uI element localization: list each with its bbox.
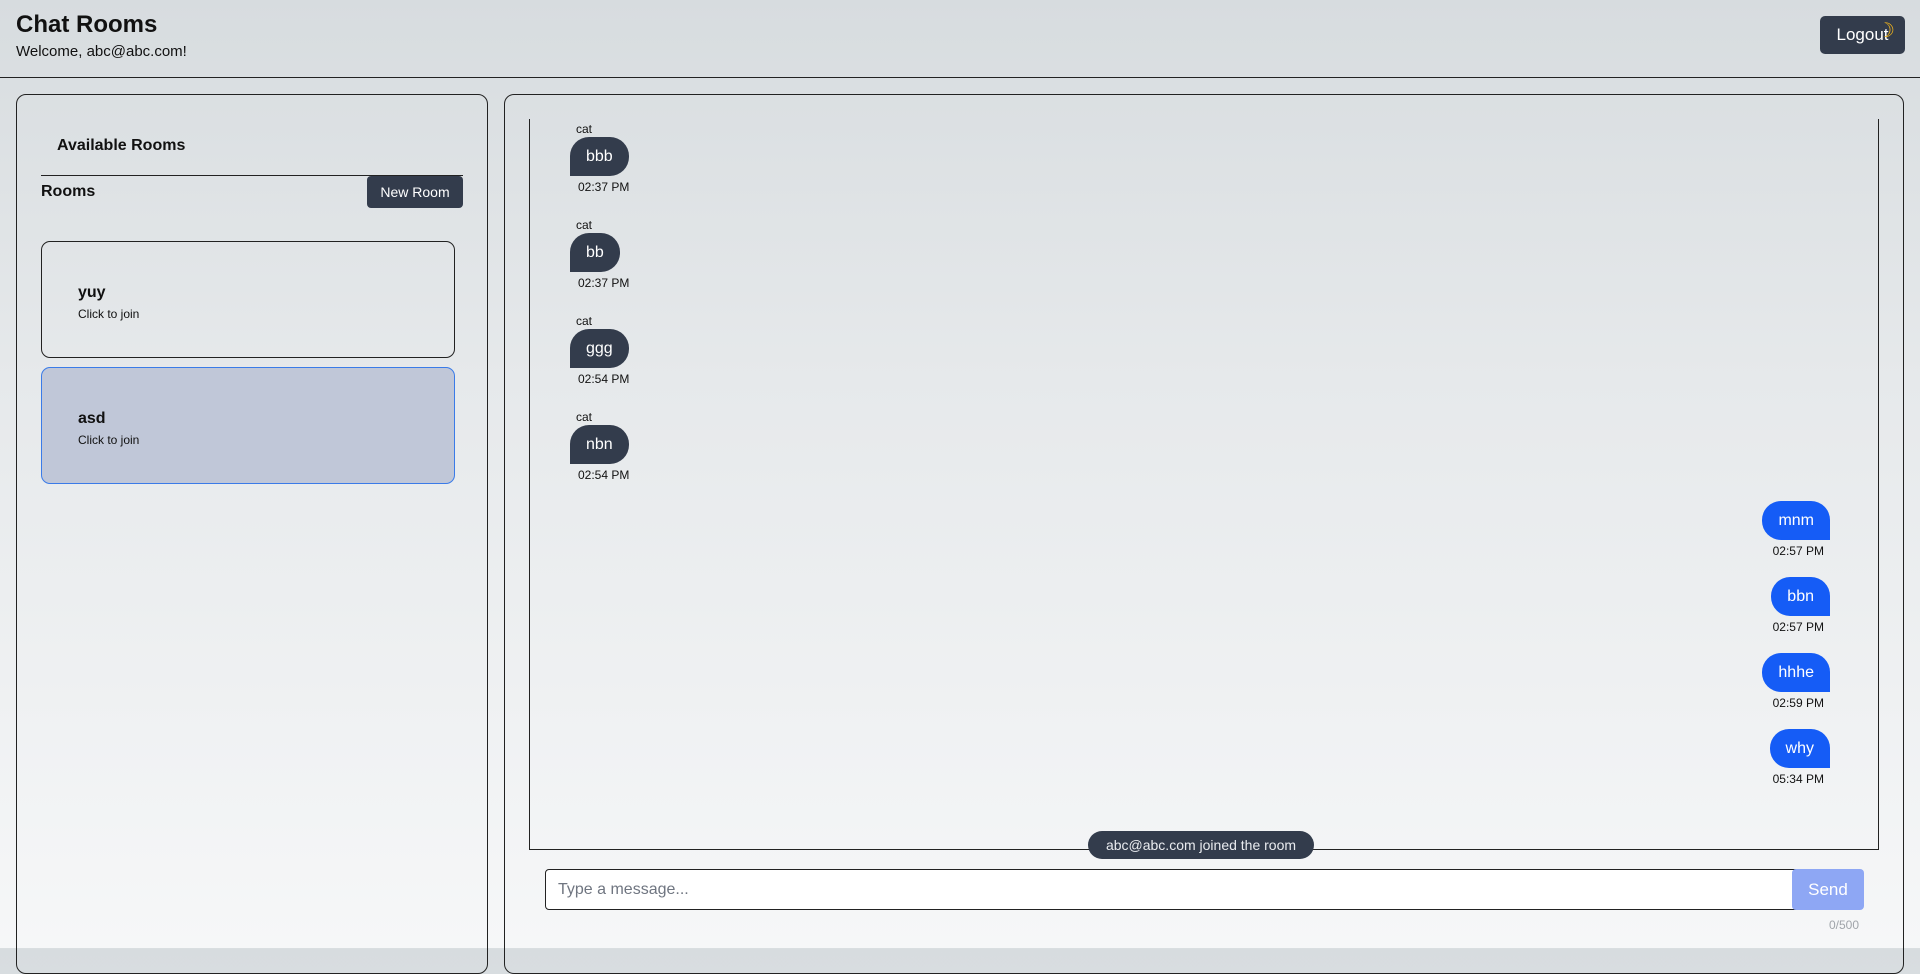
outgoing-message-bubble: mnm: [1762, 501, 1830, 540]
room-subtitle: Click to join: [78, 433, 140, 447]
send-button[interactable]: Send: [1792, 869, 1864, 910]
character-count: 0/500: [1829, 918, 1860, 932]
incoming-message-bubble: ggg: [570, 329, 629, 368]
message-time: 02:37 PM: [578, 276, 630, 290]
message-time: 02:37 PM: [578, 180, 630, 194]
message-sender: cat: [576, 410, 593, 424]
room-subtitle: Click to join: [78, 307, 140, 321]
incoming-message-bubble: nbn: [570, 425, 629, 464]
outgoing-message-bubble: hhhe: [1762, 653, 1830, 692]
message-time: 02:57 PM: [1772, 544, 1824, 558]
outgoing-message-bubble: why: [1769, 729, 1830, 768]
message-time: 05:34 PM: [1772, 772, 1824, 786]
room-name: yuy: [78, 284, 106, 301]
message-time: 02:59 PM: [1772, 696, 1824, 710]
message-sender: cat: [576, 122, 593, 136]
app-header: Chat Rooms Welcome, abc@abc.com! Logout …: [0, 0, 1920, 78]
incoming-message-bubble: bbb: [570, 137, 629, 176]
message-list[interactable]: cat bbb 02:37 PM cat bb 02:37 PM cat ggg…: [529, 119, 1879, 859]
message-time: 02:54 PM: [578, 372, 630, 386]
welcome-text: Welcome, abc@abc.com!: [16, 43, 187, 60]
room-name: asd: [78, 410, 106, 427]
message-time: 02:54 PM: [578, 468, 630, 482]
moon-icon[interactable]: ☽: [1877, 18, 1895, 43]
incoming-message-bubble: bb: [570, 233, 620, 272]
room-card-yuy[interactable]: yuy Click to join: [41, 241, 455, 358]
page-title: Chat Rooms: [16, 11, 158, 38]
system-message: abc@abc.com joined the room: [1088, 831, 1314, 859]
new-room-button[interactable]: New Room: [367, 176, 463, 208]
rooms-sidebar: Available Rooms Rooms New Room yuy Click…: [16, 94, 488, 974]
outgoing-message-bubble: bbn: [1771, 577, 1830, 616]
message-time: 02:57 PM: [1772, 620, 1824, 634]
message-sender: cat: [576, 218, 593, 232]
room-card-asd[interactable]: asd Click to join: [41, 367, 455, 484]
available-rooms-title: Available Rooms: [57, 137, 186, 154]
rooms-label: Rooms: [41, 183, 96, 200]
message-input[interactable]: [545, 869, 1822, 910]
message-sender: cat: [576, 314, 593, 328]
chat-panel: cat bbb 02:37 PM cat bb 02:37 PM cat ggg…: [504, 94, 1904, 974]
